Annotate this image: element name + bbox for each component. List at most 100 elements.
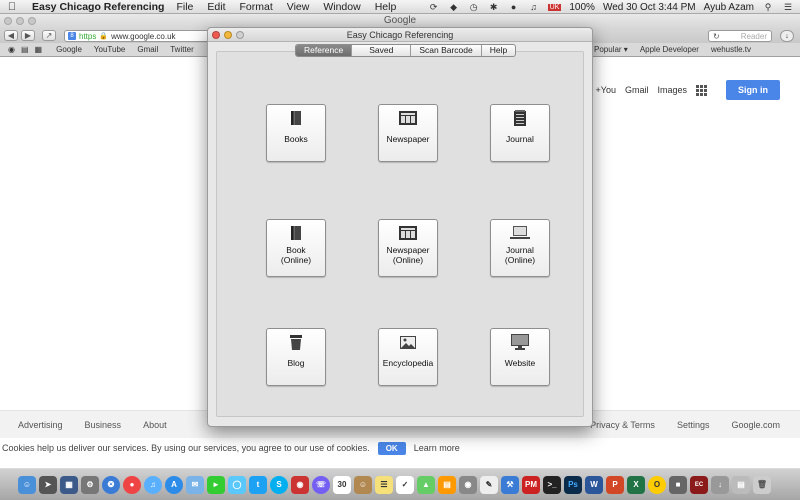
footer-about-link[interactable]: About (143, 420, 167, 430)
preview-icon[interactable]: ◉ (459, 475, 477, 494)
cookie-ok-button[interactable]: OK (377, 441, 406, 455)
chrome-icon[interactable]: ● (123, 475, 141, 494)
app-close-icon[interactable] (212, 31, 220, 39)
safari-close-icon[interactable] (4, 17, 12, 25)
tile-newspaper-online[interactable]: Newspaper (Online) (378, 219, 438, 277)
downloads-icon[interactable]: ↓ (711, 475, 729, 494)
bookmarks-icon[interactable]: ▤ (21, 45, 29, 54)
system-prefs-icon[interactable]: ⚙ (81, 475, 99, 494)
input-source-flag[interactable]: UK (547, 3, 562, 11)
bookmark-popular[interactable]: Popular ▾ (594, 45, 628, 54)
documents-icon[interactable]: ▤ (732, 475, 750, 494)
tile-book-online[interactable]: Book (Online) (266, 219, 326, 277)
tab-help[interactable]: Help (482, 45, 515, 56)
reader-field[interactable]: ↻ Reader (708, 30, 772, 42)
mail-icon[interactable]: ✉ (186, 475, 204, 494)
tile-encyclopedia[interactable]: Encyclopedia (378, 328, 438, 386)
footer-advertising-link[interactable]: Advertising (18, 420, 63, 430)
menu-window[interactable]: Window (323, 1, 360, 13)
notification-center-icon[interactable]: ☰ (782, 2, 794, 12)
tile-newspaper[interactable]: Newspaper (378, 104, 438, 162)
top-sites-icon[interactable]: ▦ (35, 45, 43, 54)
tile-journal[interactable]: Journal (490, 104, 550, 162)
mission-control-icon[interactable]: ▦ (60, 475, 78, 494)
app1-icon[interactable]: O (648, 475, 666, 494)
reader-label[interactable]: Reader (741, 32, 767, 41)
maps-icon[interactable]: ▲ (417, 475, 435, 494)
calendar-icon[interactable]: 30 (333, 475, 351, 494)
photobooth-icon[interactable]: ◉ (291, 475, 309, 494)
tile-books[interactable]: Books (266, 104, 326, 162)
dropbox-icon[interactable]: ◆ (448, 2, 460, 12)
terminal-icon[interactable]: >_ (543, 475, 561, 494)
footer-privacy-link[interactable]: Privacy & Terms (590, 420, 655, 430)
apple-menu-icon[interactable]:  (0, 1, 24, 13)
menu-format[interactable]: Format (239, 1, 272, 13)
itunes-icon[interactable]: ♫ (144, 475, 162, 494)
tile-blog[interactable]: Blog (266, 328, 326, 386)
messages-icon[interactable]: ◯ (228, 475, 246, 494)
safari-minimize-icon[interactable] (16, 17, 24, 25)
footer-settings-link[interactable]: Settings (677, 420, 710, 430)
pm-icon[interactable]: PM (522, 475, 540, 494)
bookmark-twitter[interactable]: Twitter (170, 45, 194, 54)
bluetooth-icon[interactable]: ✱ (488, 2, 500, 12)
xcode-icon[interactable]: ⚒ (501, 475, 519, 494)
trash-icon[interactable]: 🗑 (753, 475, 771, 494)
excel-icon[interactable]: X (627, 475, 645, 494)
bookmark-google[interactable]: Google (56, 45, 82, 54)
google-gmail-link[interactable]: Gmail (625, 85, 649, 95)
menu-file[interactable]: File (176, 1, 193, 13)
bookmark-gmail[interactable]: Gmail (137, 45, 158, 54)
wifi-icon[interactable]: ● (508, 2, 520, 12)
appstore-icon[interactable]: A (165, 475, 183, 494)
tile-journal-online[interactable]: Journal (Online) (490, 219, 550, 277)
spotlight-icon[interactable]: ⚲ (762, 2, 774, 12)
tile-website[interactable]: Website (490, 328, 550, 386)
twitter-icon[interactable]: t (249, 475, 267, 494)
app-minimize-icon[interactable] (224, 31, 232, 39)
safari-icon[interactable]: ❂ (102, 475, 120, 494)
google-plus-you-link[interactable]: +You (596, 85, 616, 95)
volume-icon[interactable]: ♫ (528, 2, 540, 12)
clock[interactable]: Wed 30 Oct 3:44 PM (603, 2, 696, 13)
reading-list-icon[interactable]: ◉ (8, 45, 15, 54)
tab-saved[interactable]: Saved (352, 45, 412, 56)
google-images-link[interactable]: Images (657, 85, 687, 95)
pages-icon[interactable]: ✎ (480, 475, 498, 494)
menu-app-name[interactable]: Easy Chicago Referencing (32, 1, 164, 13)
facetime-icon[interactable]: ► (207, 475, 225, 494)
powerpoint-icon[interactable]: P (606, 475, 624, 494)
word-icon[interactable]: W (585, 475, 603, 494)
address-bar[interactable]: 8 https 🔒 www.google.co.uk (64, 30, 214, 42)
tab-reference[interactable]: Reference (296, 45, 353, 56)
tab-scan-barcode[interactable]: Scan Barcode (411, 45, 482, 56)
app-title-bar[interactable]: Easy Chicago Referencing (208, 28, 592, 42)
reload-icon[interactable]: ↻ (713, 32, 720, 41)
google-apps-icon[interactable] (696, 84, 707, 96)
contacts-icon[interactable]: ☺ (354, 475, 372, 494)
sign-in-button[interactable]: Sign in (726, 80, 780, 100)
app-zoom-icon[interactable] (236, 31, 244, 39)
menu-edit[interactable]: Edit (207, 1, 225, 13)
bookmark-apple-developer[interactable]: Apple Developer (640, 45, 699, 54)
skype-icon[interactable]: S (270, 475, 288, 494)
reminders-icon[interactable]: ✓ (396, 475, 414, 494)
easy-chicago-icon[interactable]: EC (690, 475, 708, 494)
share-icon[interactable]: ↗ (42, 30, 56, 41)
menu-view[interactable]: View (287, 1, 310, 13)
time-machine-icon[interactable]: ◷ (468, 2, 480, 12)
bookmark-wehustle[interactable]: wehustle.tv (711, 45, 751, 54)
back-icon[interactable]: ◀ (4, 30, 18, 41)
ibooks-icon[interactable]: ▤ (438, 475, 456, 494)
cookie-learn-more-link[interactable]: Learn more (414, 443, 460, 453)
app2-icon[interactable]: ■ (669, 475, 687, 494)
battery-status[interactable]: 100% (569, 2, 595, 13)
safari-zoom-icon[interactable] (28, 17, 36, 25)
sync-icon[interactable]: ⟳ (428, 2, 440, 12)
menu-help[interactable]: Help (375, 1, 397, 13)
footer-business-link[interactable]: Business (85, 420, 122, 430)
user-name[interactable]: Ayub Azam (704, 2, 754, 13)
footer-google-com-link[interactable]: Google.com (731, 420, 780, 430)
notes-icon[interactable]: ☰ (375, 475, 393, 494)
